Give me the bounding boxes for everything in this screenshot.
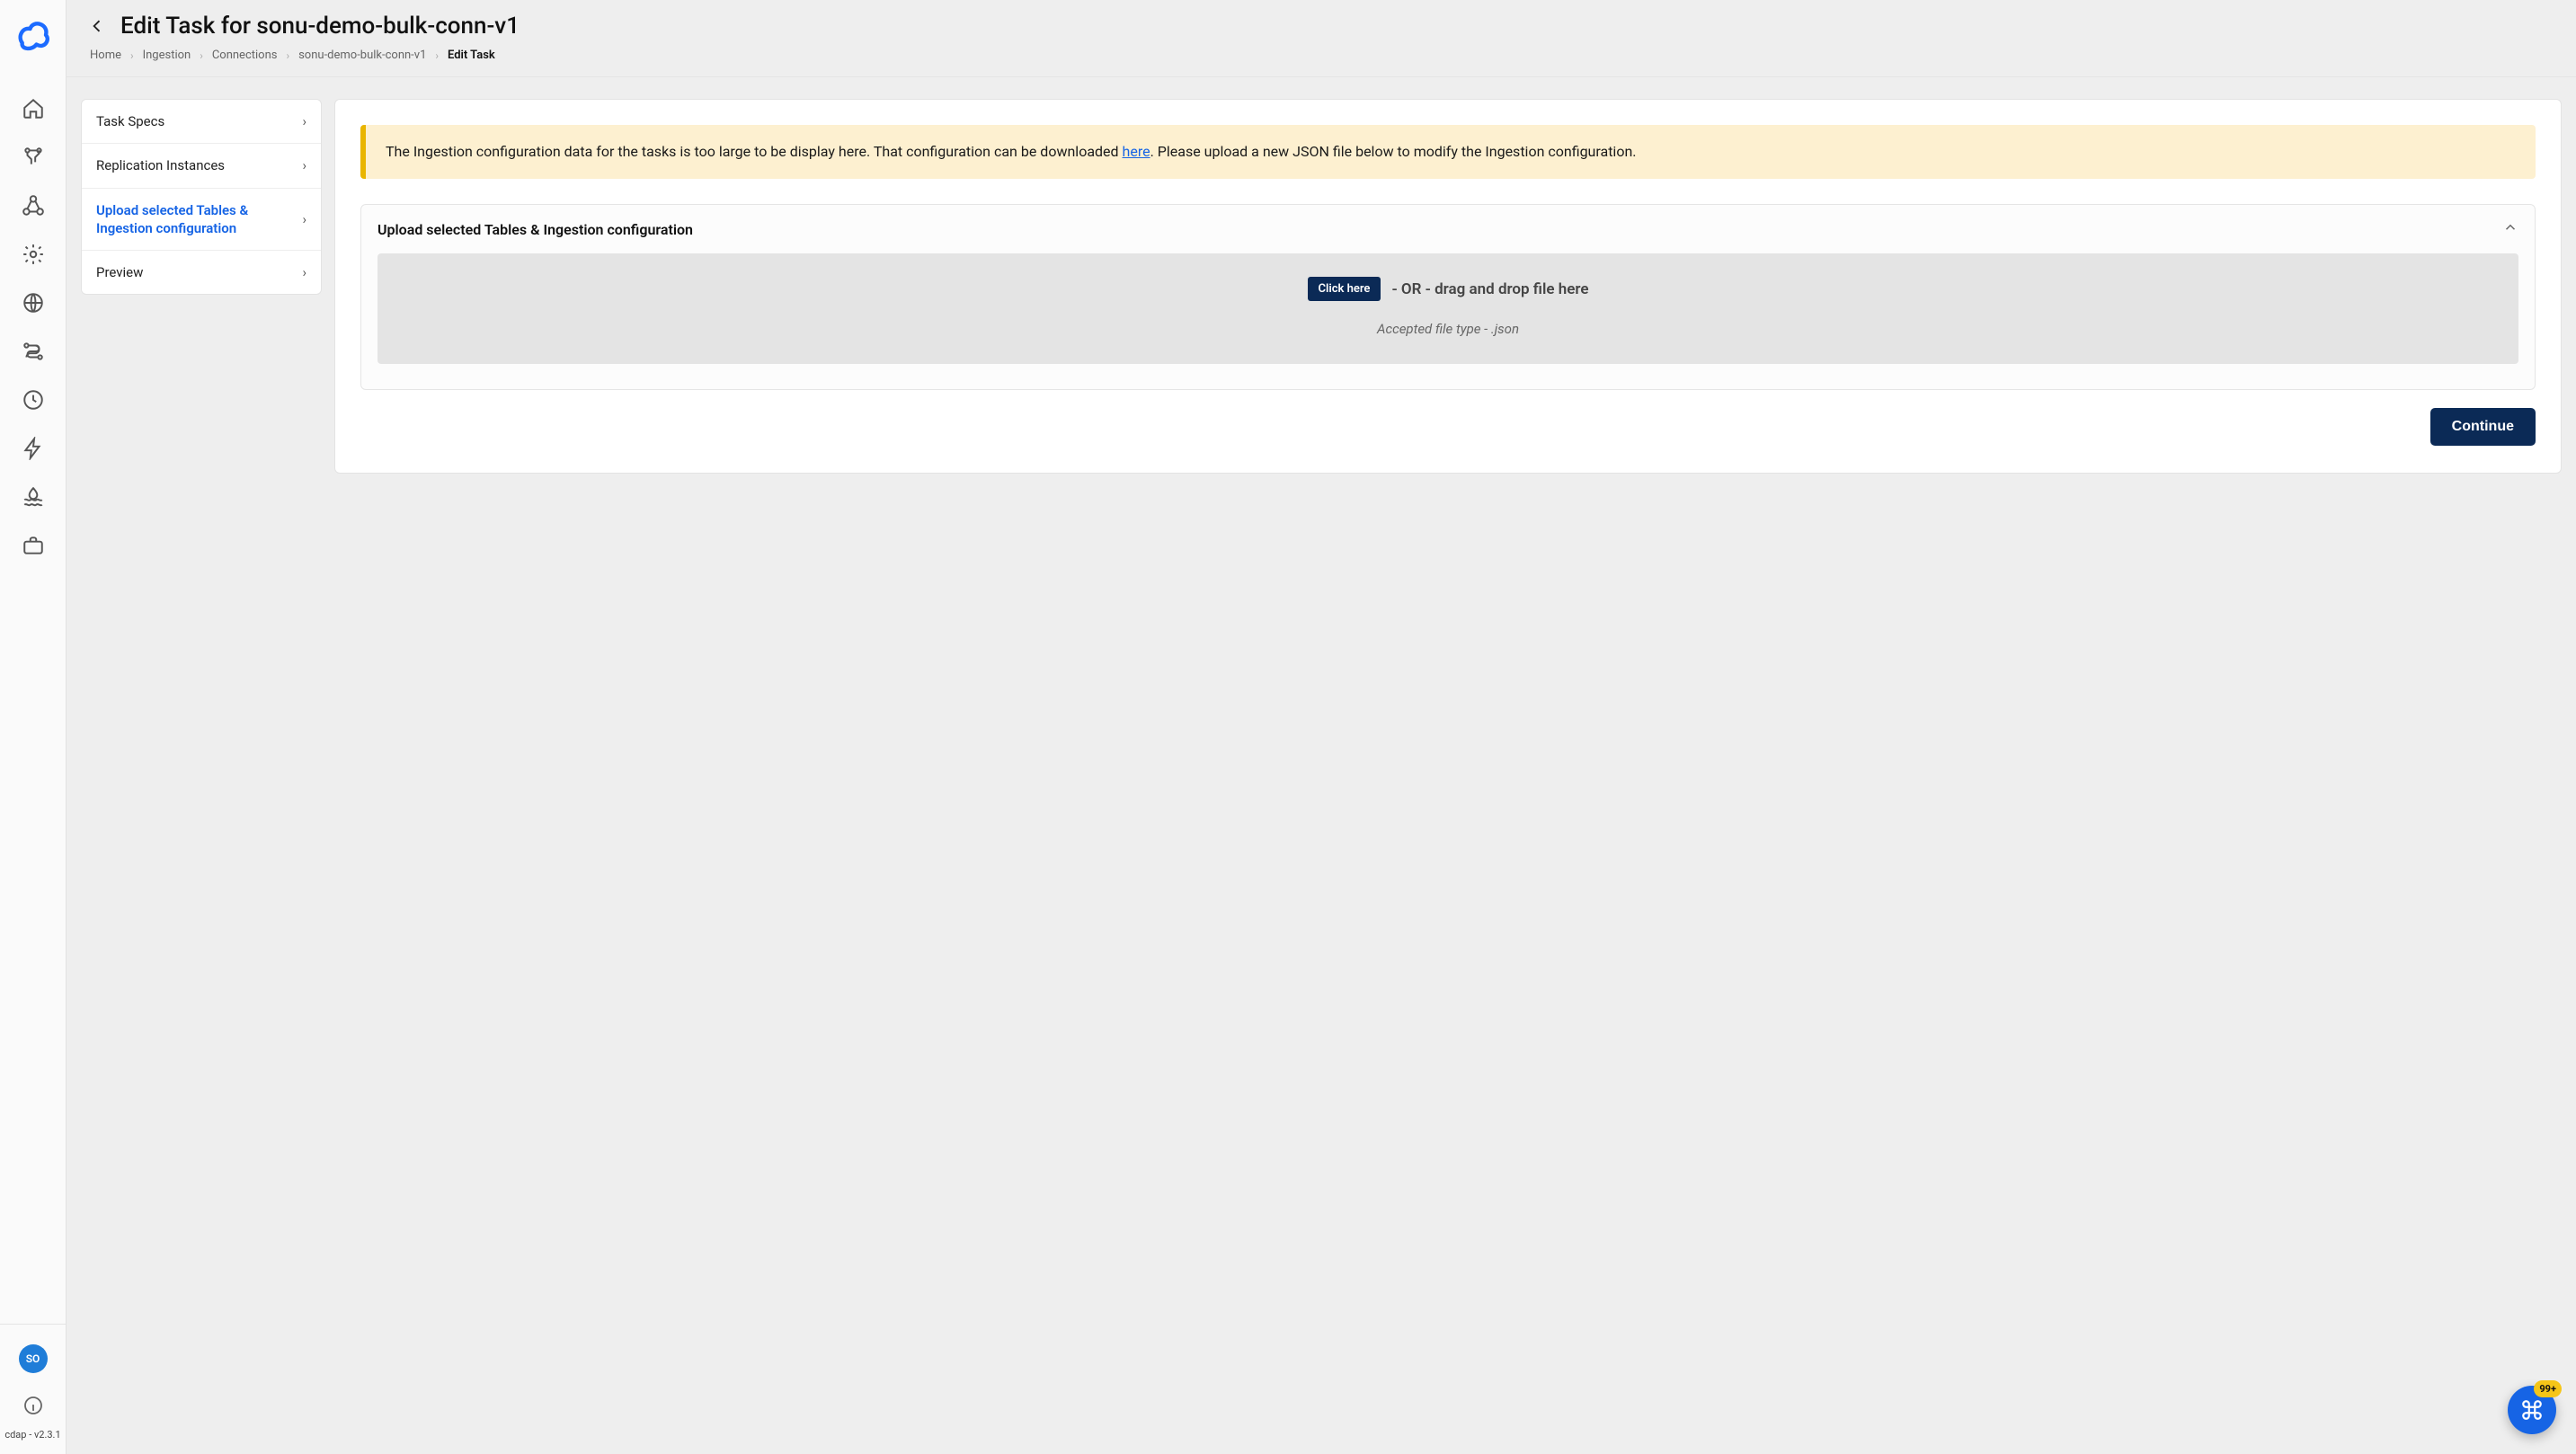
filter-icon[interactable] [22,146,45,169]
file-dropzone[interactable]: Click here - OR - drag and drop file her… [378,253,2518,364]
left-rail: SO cdap - v2.3.1 [0,0,67,1454]
warning-alert: The Ingestion configuration data for the… [360,125,2536,179]
chevron-right-icon: › [302,211,306,227]
chevron-right-icon: › [302,113,306,129]
panel-title: Upload selected Tables & Ingestion confi… [378,221,693,238]
chevron-right-icon: › [286,49,289,62]
chevron-right-icon: › [302,157,306,173]
click-here-button[interactable]: Click here [1308,277,1381,301]
command-fab[interactable]: 99+ [2508,1386,2556,1434]
step-task-specs[interactable]: Task Specs › [82,100,321,144]
fab-badge: 99+ [2534,1380,2562,1397]
page-title: Edit Task for sonu-demo-bulk-conn-v1 [120,13,520,40]
continue-button[interactable]: Continue [2430,408,2536,446]
nodes-icon[interactable] [22,194,45,217]
step-nav: Task Specs › Replication Instances › Upl… [81,99,322,295]
chevron-right-icon: › [302,264,306,280]
route-icon[interactable] [22,340,45,363]
breadcrumb: Home › Ingestion › Connections › sonu-de… [84,49,2558,62]
step-preview[interactable]: Preview › [82,251,321,294]
chevron-right-icon: › [130,49,134,62]
alert-text: The Ingestion configuration data for the… [386,143,1123,160]
step-label: Preview [96,263,295,281]
rail-icons [22,97,45,557]
back-button[interactable] [84,13,110,39]
user-avatar[interactable]: SO [19,1344,48,1373]
globe-icon[interactable] [22,291,45,315]
dropzone-hint: Accepted file type - .json [395,321,2500,337]
page-header: Edit Task for sonu-demo-bulk-conn-v1 Hom… [67,0,2576,77]
breadcrumb-item-current: Edit Task [448,49,495,62]
bolt-icon[interactable] [22,437,45,460]
chevron-right-icon: › [435,49,439,62]
breadcrumb-item[interactable]: Ingestion [143,49,191,62]
chevron-right-icon: › [200,49,203,62]
info-icon[interactable] [22,1395,44,1416]
dropzone-text: - OR - drag and drop file here [1391,280,1588,298]
home-icon[interactable] [22,97,45,120]
step-label: Replication Instances [96,156,295,174]
alert-text: . Please upload a new JSON file below to… [1150,143,1637,160]
step-label: Upload selected Tables & Ingestion confi… [96,201,295,238]
upload-panel: Upload selected Tables & Ingestion confi… [360,204,2536,390]
step-label: Task Specs [96,112,295,130]
clock-icon[interactable] [22,388,45,412]
breadcrumb-item[interactable]: Home [90,49,121,62]
breadcrumb-item[interactable]: Connections [212,49,278,62]
collapse-icon[interactable] [2502,219,2518,239]
app-logo-icon [14,16,52,54]
version-label: cdap - v2.3.1 [1,1429,64,1454]
breadcrumb-item[interactable]: sonu-demo-bulk-conn-v1 [298,49,426,62]
step-upload-config[interactable]: Upload selected Tables & Ingestion confi… [82,189,321,252]
download-config-link[interactable]: here [1123,143,1150,160]
step-replication-instances[interactable]: Replication Instances › [82,144,321,188]
settings-icon[interactable] [22,243,45,266]
water-icon[interactable] [22,485,45,509]
briefcase-icon[interactable] [22,534,45,557]
main-panel: The Ingestion configuration data for the… [334,99,2562,474]
